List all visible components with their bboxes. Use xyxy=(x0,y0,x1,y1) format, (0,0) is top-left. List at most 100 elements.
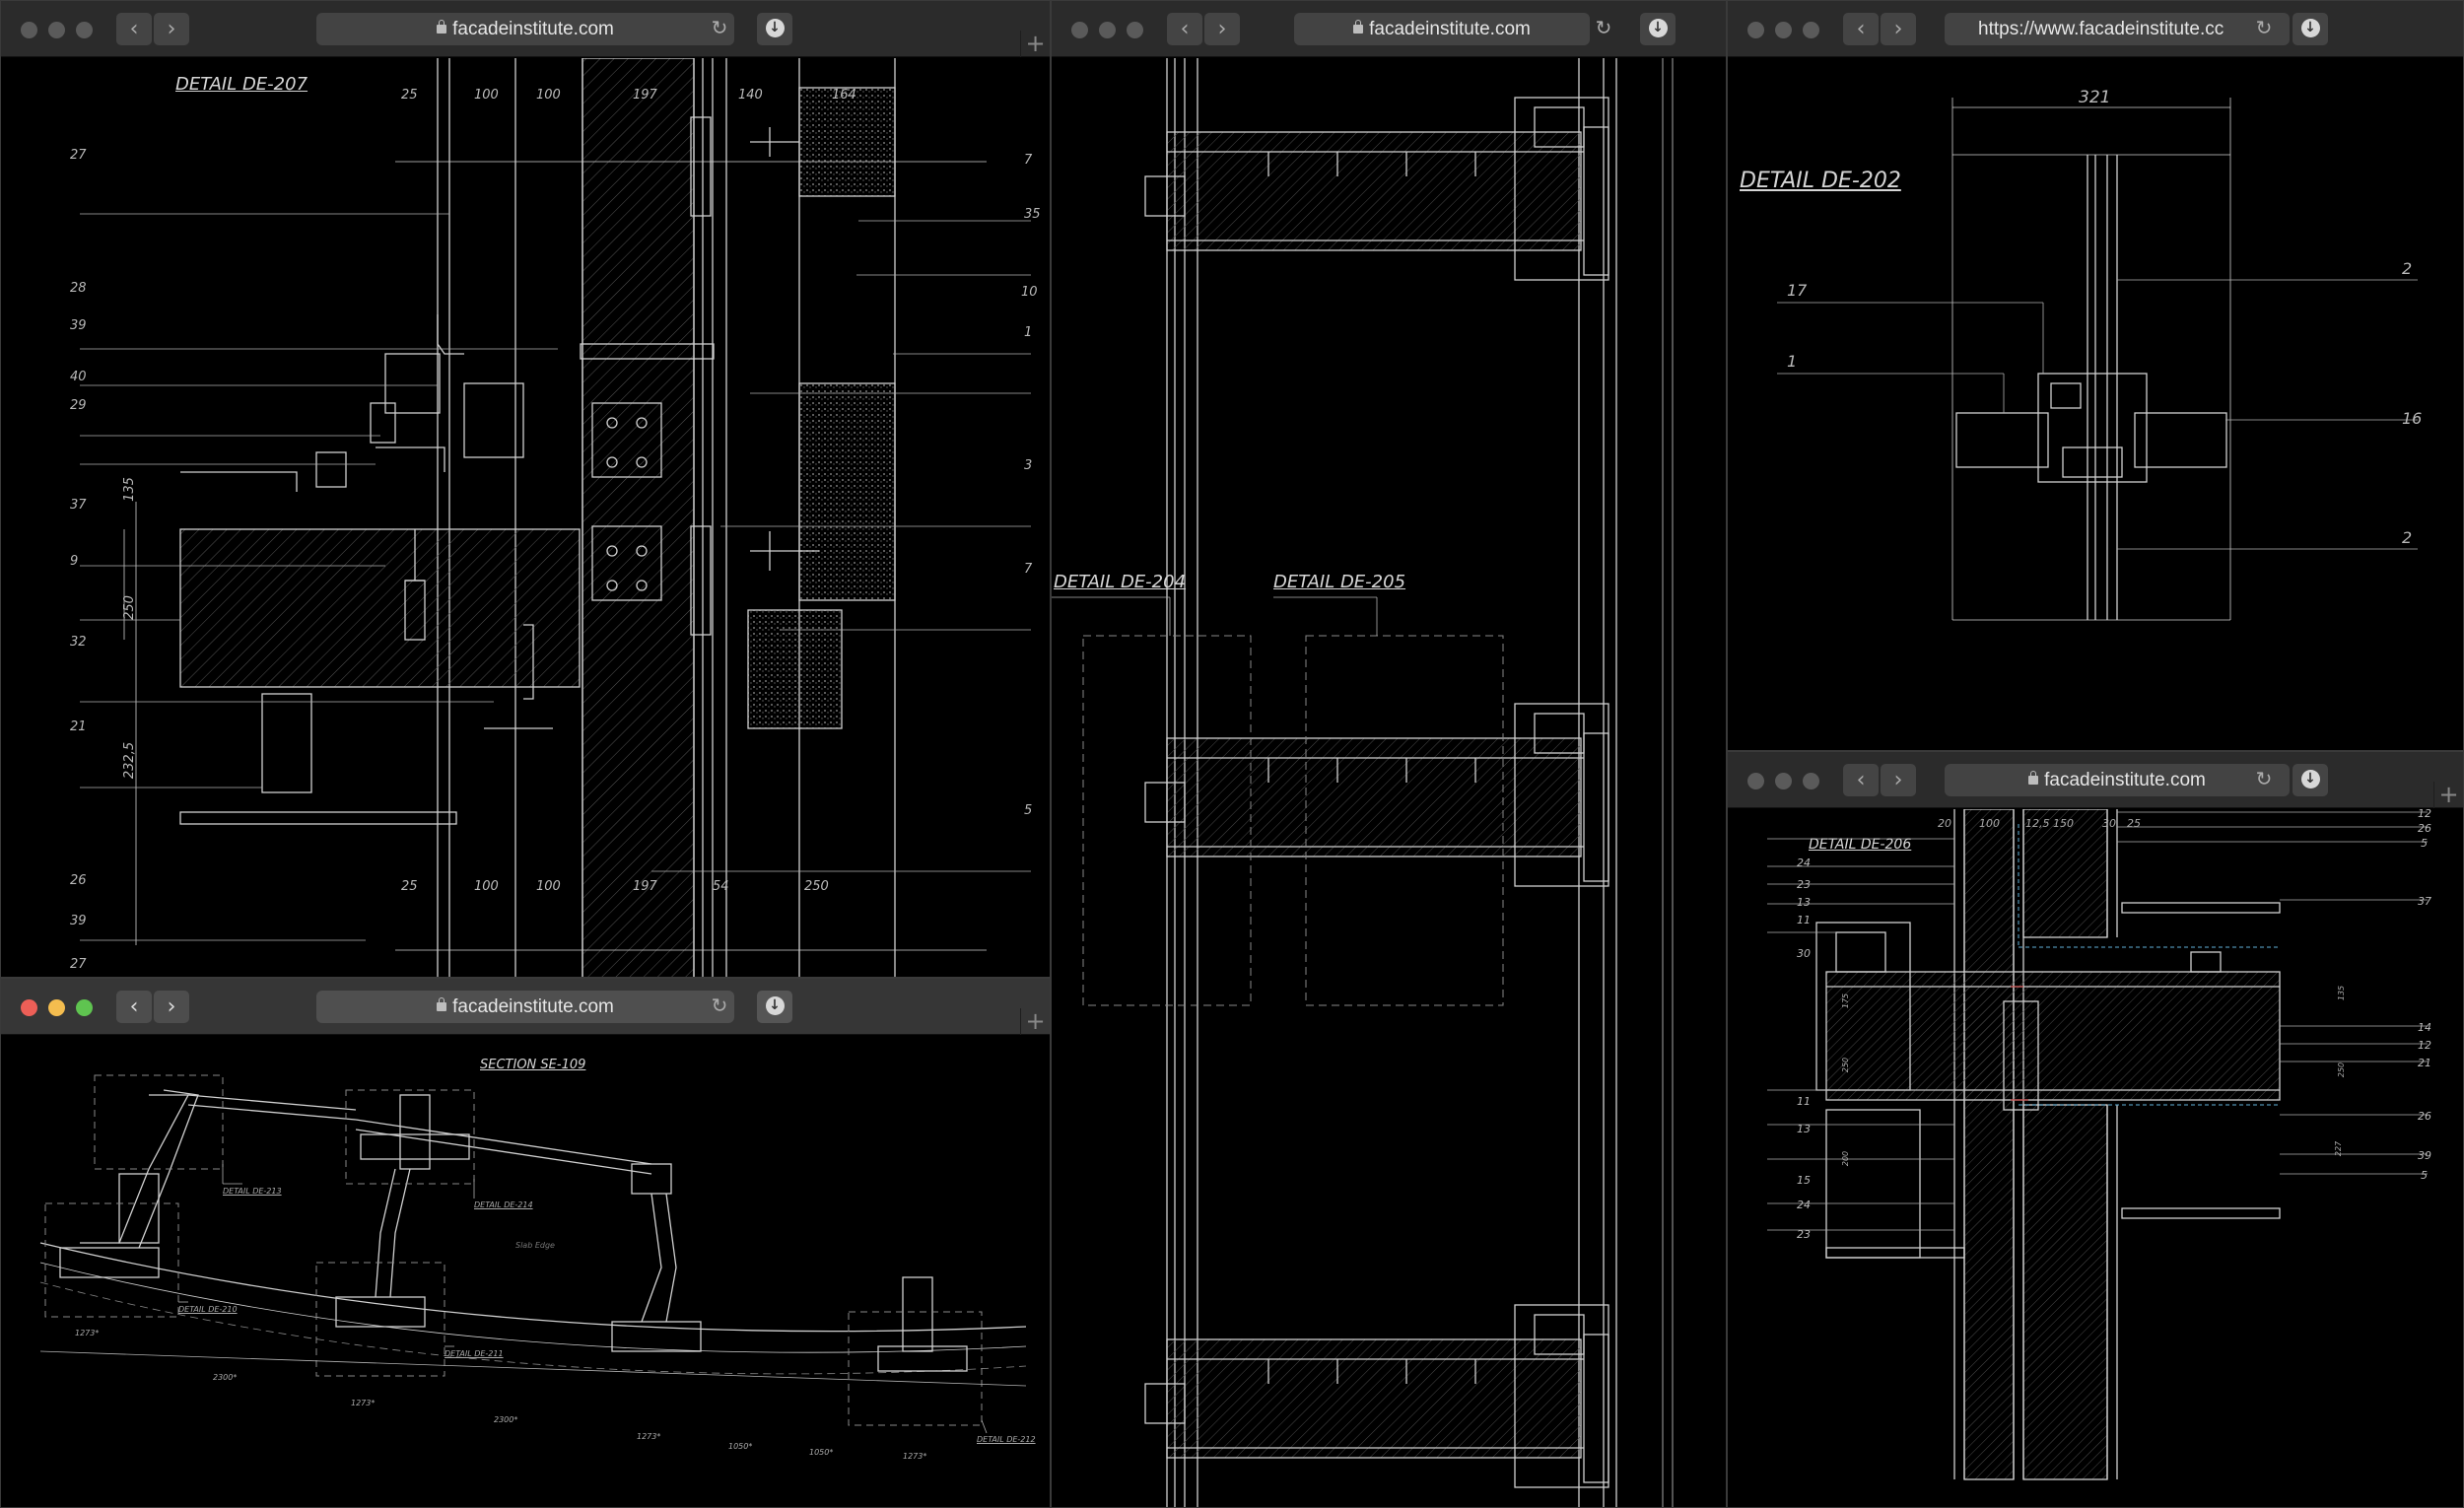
lock-icon xyxy=(1353,20,1364,34)
chevron-left-icon: ‹ xyxy=(129,17,139,41)
download-icon[interactable] xyxy=(1640,13,1676,45)
download-icon[interactable] xyxy=(2293,13,2328,45)
download-icon[interactable] xyxy=(2293,764,2328,796)
back-button[interactable]: ‹ xyxy=(116,991,152,1023)
reload-icon[interactable]: ↻ xyxy=(2253,768,2275,789)
detail-title: DETAIL DE-202 xyxy=(1740,169,1901,193)
chevron-right-icon: › xyxy=(1893,768,1903,792)
zoom-button[interactable] xyxy=(1127,22,1143,38)
dimension-label: 250 xyxy=(121,595,137,620)
detail-tag: DETAIL DE-213 xyxy=(223,1187,282,1196)
back-button[interactable]: ‹ xyxy=(1167,13,1202,45)
detail-tag: DETAIL DE-210 xyxy=(178,1305,238,1314)
cad-drawing-canvas: DETAIL DE-206 20 100 12,5 150 30 25 24 2… xyxy=(1728,809,2463,1507)
lock-icon xyxy=(437,20,447,34)
dimension-label: 100 xyxy=(474,879,499,894)
plus-icon[interactable]: + xyxy=(1020,1008,1050,1035)
callout-label: 39 xyxy=(70,318,87,333)
zoom-button[interactable] xyxy=(1803,22,1819,38)
back-button[interactable]: ‹ xyxy=(116,13,152,45)
zoom-button[interactable] xyxy=(1803,773,1819,789)
callout-label: 11 xyxy=(1797,1095,1811,1108)
callout-label: 3 xyxy=(1024,458,1033,473)
dimension-label: 1273* xyxy=(637,1432,661,1441)
callout-label: 5 xyxy=(1024,803,1033,818)
chevron-right-icon: › xyxy=(1893,17,1903,41)
minimize-button[interactable] xyxy=(48,999,65,1016)
address-bar[interactable]: facadeinstitute.com xyxy=(1294,13,1590,45)
browser-window-detail-de-202[interactable]: ‹ › FI https://www.facadeinstitute.cc ↻ xyxy=(1727,0,2464,751)
minimize-button[interactable] xyxy=(1775,22,1792,38)
forward-button[interactable]: › xyxy=(154,991,189,1023)
chevron-left-icon: ‹ xyxy=(1180,17,1190,41)
address-bar[interactable]: facadeinstitute.com xyxy=(316,991,734,1023)
forward-button[interactable]: › xyxy=(1881,13,1916,45)
detail-de-204-205-drawing xyxy=(1052,58,1674,1507)
callout-label: 23 xyxy=(1797,1228,1811,1241)
chevron-left-icon: ‹ xyxy=(129,994,139,1019)
toolbar: ‹ › facadeinstitute.com ↻ + xyxy=(1,979,1050,1035)
close-button[interactable] xyxy=(1071,22,1088,38)
dimension-label: 100 xyxy=(474,88,499,103)
callout-label: 29 xyxy=(70,398,87,413)
dimension-label: 250 xyxy=(804,879,829,894)
callout-label: 35 xyxy=(1024,207,1041,222)
download-icon[interactable] xyxy=(757,991,792,1023)
close-button[interactable] xyxy=(21,22,37,38)
dimension-label: 200 xyxy=(1841,1150,1851,1167)
reload-icon[interactable]: ↻ xyxy=(709,17,730,38)
callout-label: 37 xyxy=(70,498,87,513)
browser-window-detail-de-204-205[interactable]: ‹ › facadeinstitute.com ↻ ↓ DETAIL DE-20… xyxy=(1051,0,1727,1508)
reload-icon[interactable]: ↻ xyxy=(2253,17,2275,38)
minimize-button[interactable] xyxy=(1775,773,1792,789)
close-button[interactable] xyxy=(1747,22,1764,38)
toolbar: ‹ › FI https://www.facadeinstitute.cc ↻ xyxy=(1728,1,2463,57)
chevron-left-icon: ‹ xyxy=(1856,768,1866,792)
lock-icon xyxy=(437,997,447,1011)
callout-label: 24 xyxy=(1797,857,1811,869)
plus-icon[interactable]: + xyxy=(1020,31,1050,57)
toolbar: ‹ › facadeinstitute.com ↻ + xyxy=(1728,752,2463,808)
dimension-label: 140 xyxy=(738,88,763,103)
detail-de-202-drawing xyxy=(1777,98,2418,621)
forward-button[interactable]: › xyxy=(1881,764,1916,796)
forward-button[interactable]: › xyxy=(154,13,189,45)
toolbar: ‹ › facadeinstitute.com ↻ xyxy=(1052,1,1726,57)
dimension-label: 25 xyxy=(401,879,418,894)
dimension-label: 100 xyxy=(536,88,561,103)
download-icon[interactable] xyxy=(757,13,792,45)
address-bar[interactable]: facadeinstitute.com xyxy=(316,13,734,45)
callout-label: 40 xyxy=(70,370,87,384)
cad-drawing-canvas: DETAIL DE-207 27 28 39 40 29 37 9 32 21 … xyxy=(1,58,1050,977)
close-button[interactable] xyxy=(21,999,37,1016)
dimension-label: 1273* xyxy=(75,1329,100,1337)
detail-tag: DETAIL DE-214 xyxy=(474,1200,533,1209)
zoom-button[interactable] xyxy=(76,22,93,38)
callout-label: 1 xyxy=(1024,325,1033,340)
address-bar[interactable]: facadeinstitute.com xyxy=(1945,764,2290,796)
url-text: facadeinstitute.com xyxy=(452,19,614,39)
forward-button[interactable]: › xyxy=(1204,13,1240,45)
url-text: https://www.facadeinstitute.cc xyxy=(1978,19,2224,39)
callout-label: 23 xyxy=(1797,878,1811,891)
back-button[interactable]: ‹ xyxy=(1843,13,1879,45)
reload-icon[interactable]: ↻ xyxy=(709,994,730,1016)
minimize-button[interactable] xyxy=(1099,22,1116,38)
address-bar[interactable]: https://www.facadeinstitute.cc xyxy=(1945,13,2290,45)
back-button[interactable]: ‹ xyxy=(1843,764,1879,796)
callout-label: 1 xyxy=(1787,352,1798,371)
callout-label: 10 xyxy=(1021,285,1038,300)
close-button[interactable] xyxy=(1747,773,1764,789)
zoom-button[interactable] xyxy=(76,999,93,1016)
minimize-button[interactable] xyxy=(48,22,65,38)
browser-window-detail-de-207[interactable]: ‹ › facadeinstitute.com ↻ + xyxy=(0,0,1051,978)
url-text: facadeinstitute.com xyxy=(452,996,614,1017)
callout-label: 37 xyxy=(2418,895,2431,908)
reload-icon[interactable]: ↻ xyxy=(1593,17,1614,38)
chevron-right-icon: › xyxy=(167,17,176,41)
browser-window-detail-de-206[interactable]: ‹ › facadeinstitute.com ↻ + xyxy=(1727,751,2464,1508)
callout-label: 28 xyxy=(70,281,87,296)
browser-window-section-se-109[interactable]: ‹ › facadeinstitute.com ↻ + xyxy=(0,978,1051,1508)
callout-label: 13 xyxy=(1797,1123,1811,1135)
plus-icon[interactable]: + xyxy=(2433,782,2463,808)
